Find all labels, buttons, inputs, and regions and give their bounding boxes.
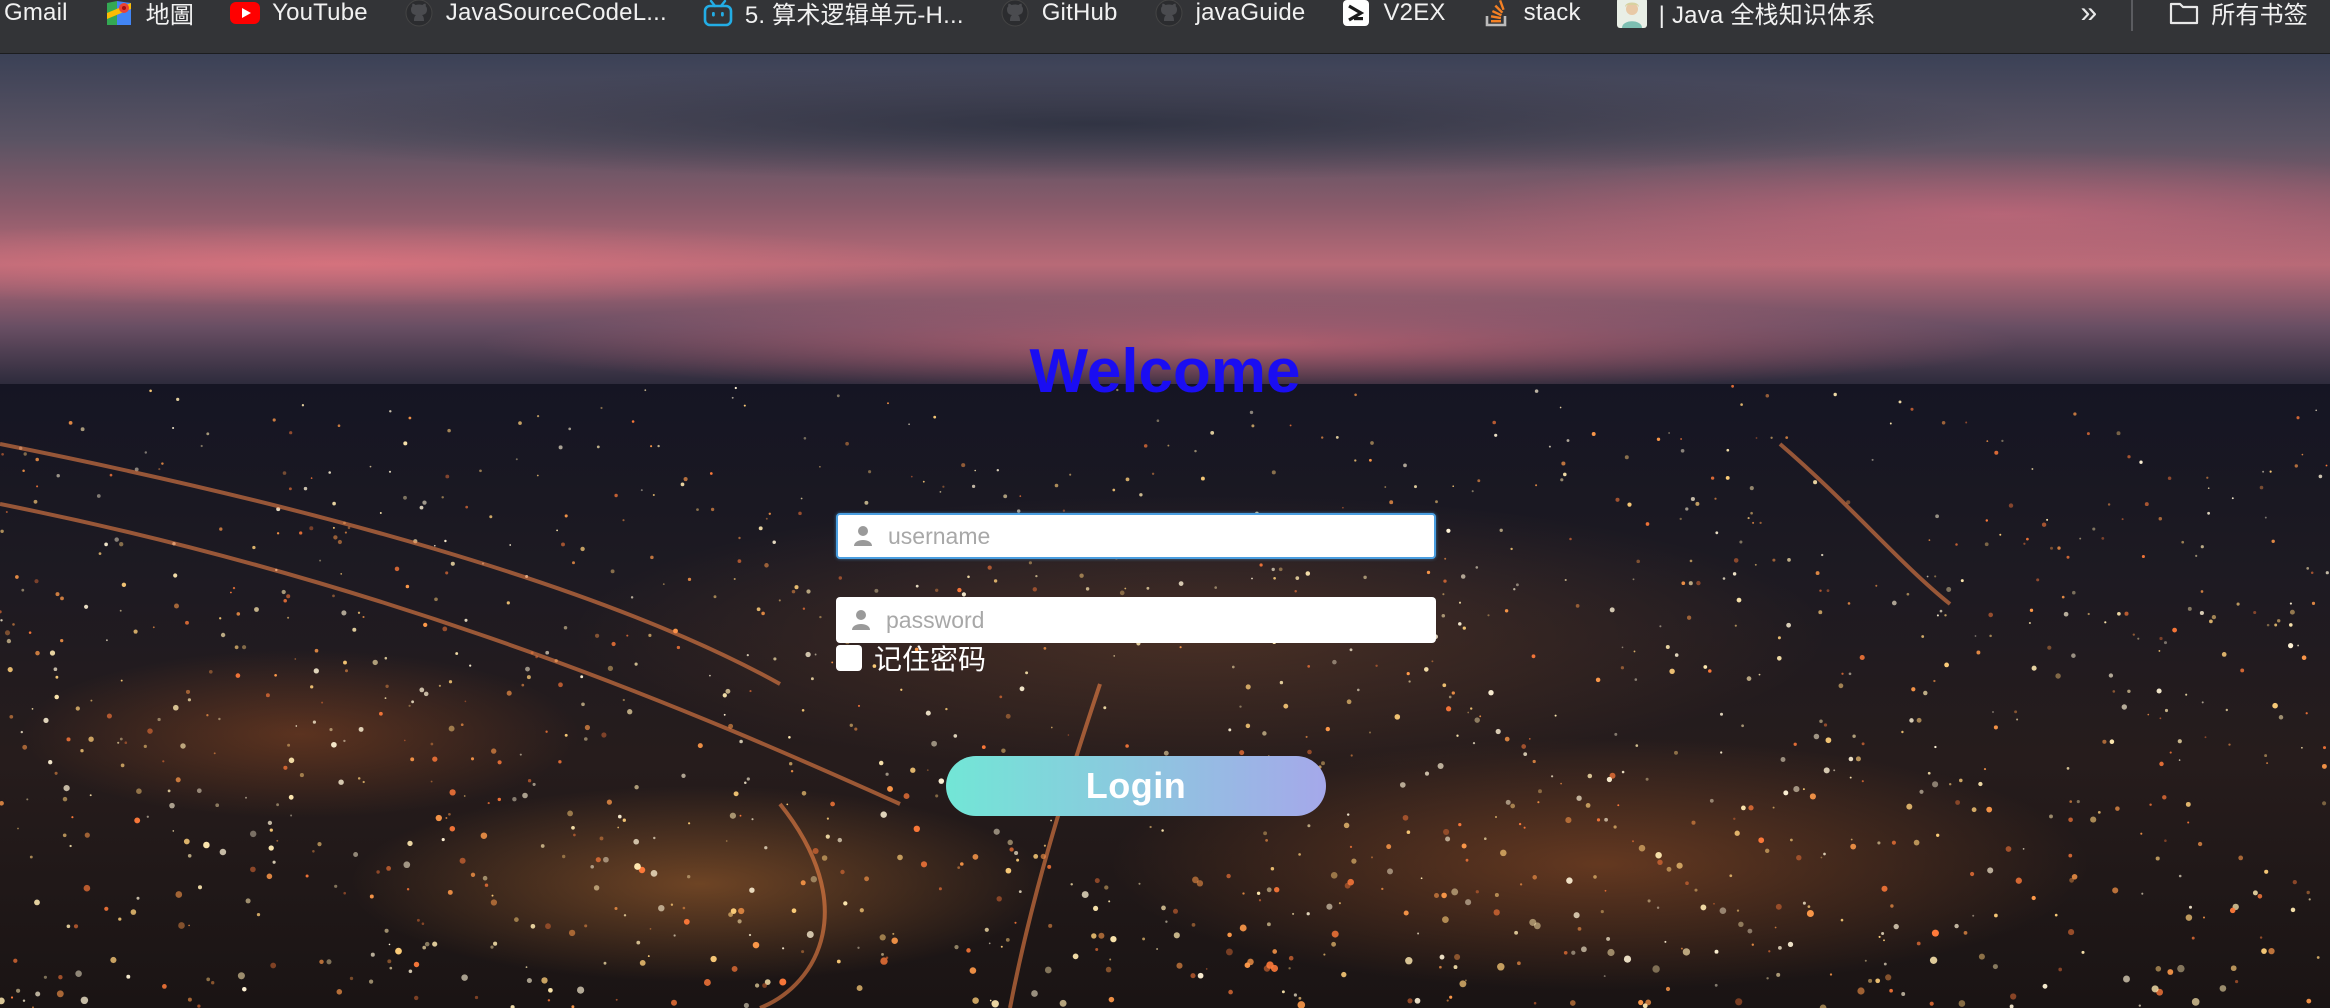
all-bookmarks-label: 所有书签 [2211, 2, 2308, 29]
bookmark-gmail[interactable]: Gmail [0, 0, 86, 40]
bookmark-youtube[interactable]: YouTube [212, 0, 386, 40]
bookmark-javasourcecode[interactable]: JavaSourceCodeL... [386, 0, 685, 40]
maps-icon [104, 0, 134, 28]
bookmark-label: 地圖 [145, 2, 195, 29]
avatar-icon [1616, 0, 1647, 28]
bookmark-javaguide[interactable]: javaGuide [1136, 0, 1324, 40]
bookmarks-bar: Gmail 地圖 YouTube JavaSourceCodeL... 5. 算… [0, 0, 2330, 54]
user-icon [850, 608, 872, 632]
bookmark-label: YouTube [272, 0, 368, 26]
bookmark-v2ex[interactable]: V2EX [1323, 0, 1463, 40]
bookmark-maps[interactable]: 地圖 [86, 0, 212, 40]
stackoverflow-icon [1482, 0, 1512, 28]
v2ex-icon [1341, 0, 1371, 28]
bookmark-label: javaGuide [1195, 0, 1306, 26]
bookmark-label: JavaSourceCodeL... [445, 0, 667, 26]
bookmark-label: 5. 算术逻辑单元-H... [744, 2, 964, 29]
bookmarks-divider [2131, 0, 2134, 31]
chevron-double-right-icon: » [2080, 0, 2098, 29]
user-icon [852, 524, 874, 548]
login-button[interactable]: Login [946, 756, 1326, 816]
bookmark-label: | Java 全栈知识体系 [1658, 2, 1876, 29]
bookmark-github[interactable]: GitHub [982, 0, 1136, 40]
username-input[interactable] [886, 521, 1410, 551]
password-field[interactable] [836, 597, 1436, 643]
bookmark-label: V2EX [1383, 0, 1446, 26]
background-city-lights [0, 384, 2329, 1008]
github-icon [1000, 0, 1030, 28]
bookmarks-overflow-button[interactable]: » [2065, 0, 2114, 40]
remember-password[interactable]: 记住密码 [836, 638, 986, 678]
password-input[interactable] [884, 605, 1408, 635]
github-icon [1154, 0, 1184, 28]
bookmark-label: Gmail [4, 0, 68, 26]
github-icon [404, 0, 434, 28]
bookmark-java-fullstack[interactable]: | Java 全栈知识体系 [1599, 0, 1894, 40]
remember-password-checkbox[interactable] [836, 645, 862, 671]
bookmark-alu[interactable]: 5. 算术逻辑单元-H... [685, 0, 982, 40]
username-field[interactable] [836, 513, 1436, 559]
folder-icon [2169, 0, 2199, 28]
bilibili-icon [703, 0, 733, 28]
youtube-icon [230, 0, 261, 28]
bookmark-stack[interactable]: stack [1464, 0, 1599, 40]
all-bookmarks-button[interactable]: 所有书签 [2151, 0, 2330, 40]
remember-password-label: 记住密码 [874, 644, 987, 675]
bookmark-label: stack [1523, 0, 1581, 26]
welcome-title: Welcome [1029, 337, 1301, 406]
bookmark-label: GitHub [1041, 0, 1118, 26]
